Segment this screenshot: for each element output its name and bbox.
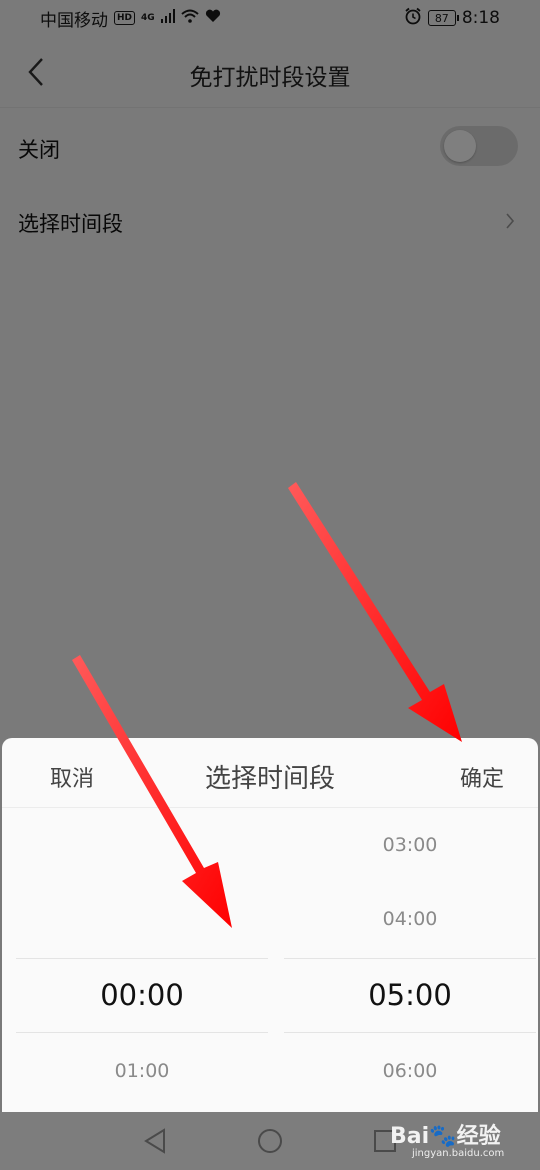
end-option[interactable]: 06:00 xyxy=(284,1060,536,1082)
end-option[interactable]: 03:00 xyxy=(284,834,536,856)
start-option[interactable]: 01:00 xyxy=(16,1060,268,1082)
watermark-url: jingyan.baidu.com xyxy=(412,1148,505,1159)
end-time-picker[interactable]: 03:00 04:00 05:00 06:00 xyxy=(284,808,536,1112)
watermark-brand: Bai🐾经验 xyxy=(390,1124,501,1149)
start-time-picker[interactable]: 00:00 01:00 xyxy=(16,808,268,1112)
baidu-watermark: Bai🐾经验 jingyan.baidu.com xyxy=(390,1116,530,1166)
end-option-selected[interactable]: 05:00 xyxy=(284,978,536,1012)
end-option[interactable]: 04:00 xyxy=(284,908,536,930)
paw-icon: 🐾 xyxy=(429,1124,457,1149)
start-option-selected[interactable]: 00:00 xyxy=(16,978,268,1012)
nav-home-icon[interactable] xyxy=(255,1126,285,1156)
sheet-title: 选择时间段 xyxy=(204,764,335,794)
time-range-sheet: 取消 选择时间段 确定 00:00 01:00 03:00 04:00 05:0… xyxy=(2,738,538,1112)
nav-back-icon[interactable] xyxy=(140,1126,170,1156)
selection-line-bottom xyxy=(284,1032,536,1033)
selection-line-bottom xyxy=(16,1032,268,1033)
sheet-header: 取消 选择时间段 确定 xyxy=(2,738,538,808)
confirm-button[interactable]: 确定 xyxy=(460,761,504,793)
selection-line-top xyxy=(16,958,268,959)
selection-line-top xyxy=(284,958,536,959)
